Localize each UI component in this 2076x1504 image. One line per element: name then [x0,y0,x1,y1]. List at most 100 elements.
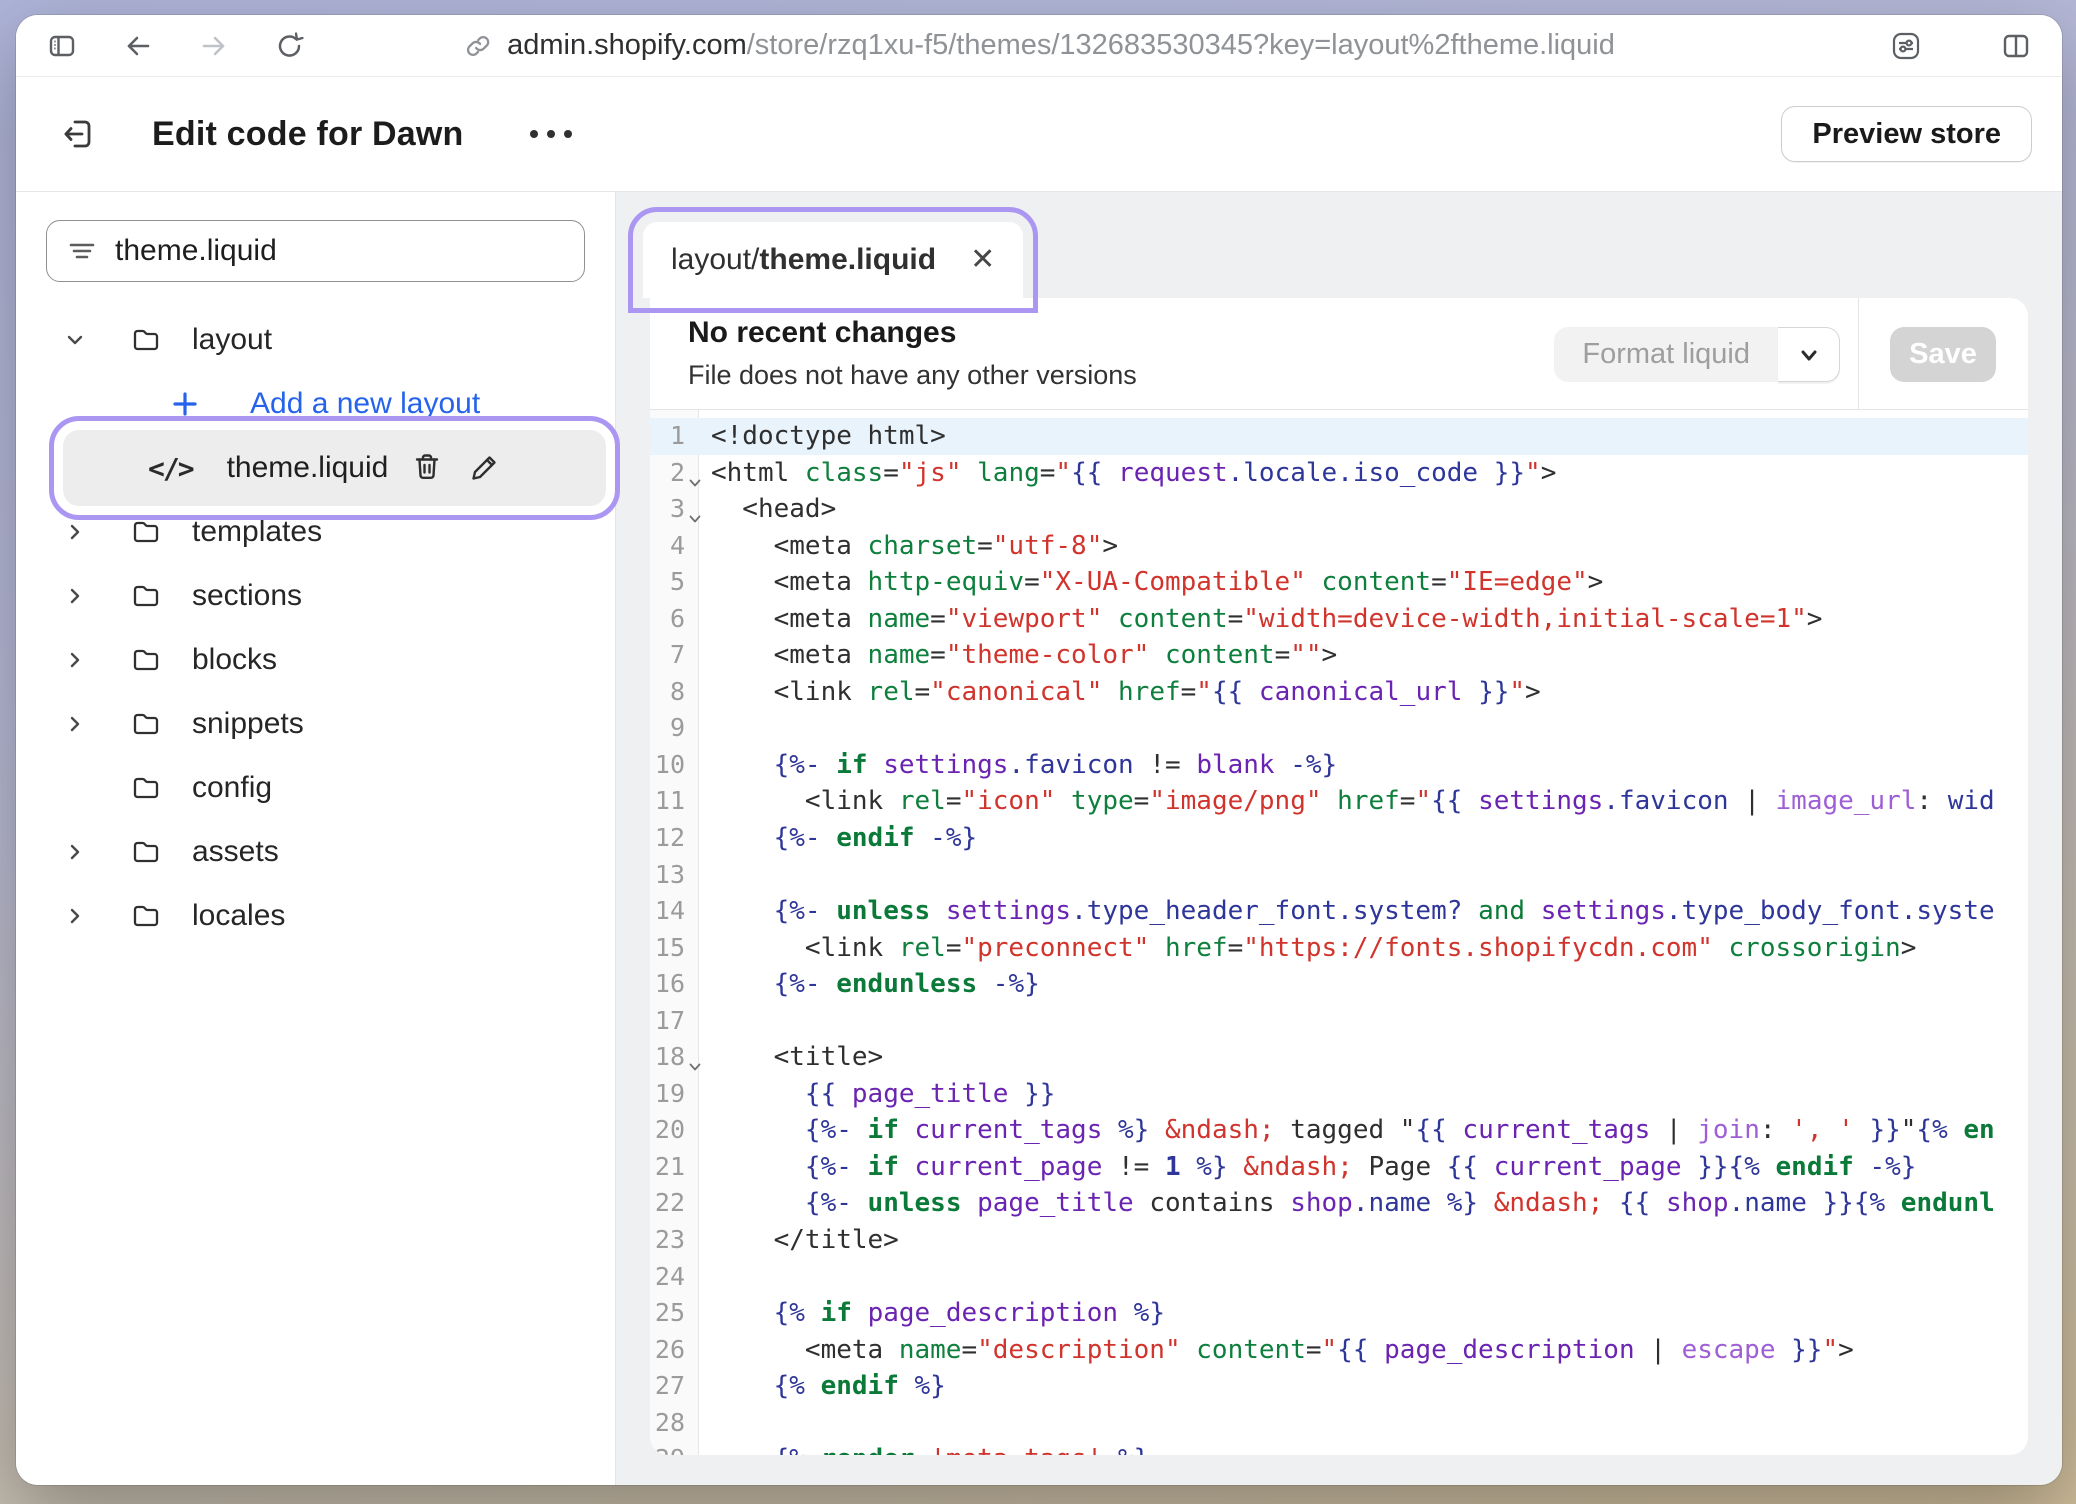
editor-area: layout/theme.liquid ✕ No recent changes … [616,192,2062,1485]
code-editor[interactable]: 1<!doctype html>2<html class="js" lang="… [650,410,2028,1455]
code-text: {% endif %} [699,1368,2028,1405]
sidebar-folder-config[interactable]: config [16,756,615,820]
code-text [699,1259,2028,1296]
sidebar-toggle-icon[interactable] [42,26,82,66]
chevron-right-icon[interactable] [60,581,90,611]
code-line[interactable]: 1<!doctype html> [650,418,2028,455]
folder-label: sections [192,579,302,613]
code-line[interactable]: 12 {%- endif -%} [650,820,2028,857]
sidebar-folder-blocks[interactable]: blocks [16,628,615,692]
rename-file-icon[interactable] [468,450,504,486]
forward-icon[interactable] [194,26,234,66]
search-value: theme.liquid [115,234,277,268]
code-line[interactable]: 13 [650,857,2028,894]
code-line[interactable]: 3 <head> [650,491,2028,528]
code-line[interactable]: 15 <link rel="preconnect" href="https://… [650,930,2028,967]
line-number: 10 [650,747,699,784]
line-number: 28 [650,1405,699,1442]
code-line[interactable]: 10 {%- if settings.favicon != blank -%} [650,747,2028,784]
browser-settings-icon[interactable] [1886,26,1926,66]
code-text: <link rel="preconnect" href="https://fon… [699,930,2028,967]
code-line[interactable]: 16 {%- endunless -%} [650,966,2028,1003]
exit-icon[interactable] [56,111,102,157]
chevron-right-icon[interactable] [60,645,90,675]
code-line[interactable]: 29 {% render 'meta-tags' %} [650,1441,2028,1455]
sidebar-item-theme-liquid[interactable]: </>theme.liquid [63,430,606,506]
file-tree: layout Add a new layout </>theme.liquid tem… [16,308,615,948]
code-line[interactable]: 18 <title> [650,1039,2028,1076]
sidebar-folder-sections[interactable]: sections [16,564,615,628]
chevron-right-icon[interactable] [60,517,90,547]
code-line[interactable]: 23 </title> [650,1222,2028,1259]
code-line[interactable]: 2<html class="js" lang="{{ request.local… [650,455,2028,492]
code-line[interactable]: 17 [650,1003,2028,1040]
file-search-input[interactable]: theme.liquid [46,220,585,282]
sidebar-folder-layout[interactable]: layout [16,308,615,372]
reload-icon[interactable] [270,26,310,66]
sidebar-folder-assets[interactable]: assets [16,820,615,884]
browser-toolbar: admin.shopify.com/store/rzq1xu-f5/themes… [16,15,2062,77]
code-line[interactable]: 22 {%- unless page_title contains shop.n… [650,1185,2028,1222]
code-line[interactable]: 7 <meta name="theme-color" content=""> [650,637,2028,674]
folder-label: config [192,771,272,805]
back-icon[interactable] [118,26,158,66]
code-line[interactable]: 19 {{ page_title }} [650,1076,2028,1113]
chevron-down-icon[interactable] [60,325,90,355]
code-line[interactable]: 8 <link rel="canonical" href="{{ canonic… [650,674,2028,711]
add-new-layout-button[interactable]: Add a new layout [16,372,615,436]
code-line[interactable]: 11 <link rel="icon" type="image/png" hre… [650,783,2028,820]
tab-theme-liquid[interactable]: layout/theme.liquid ✕ [643,222,1023,298]
url-host: admin.shopify.com [507,29,747,61]
delete-file-icon[interactable] [410,450,446,486]
line-number: 6 [650,601,699,638]
sidebar-folder-snippets[interactable]: snippets [16,692,615,756]
code-line[interactable]: 28 [650,1405,2028,1442]
line-number: 9 [650,710,699,747]
chevron-right-icon[interactable] [60,901,90,931]
preview-store-button[interactable]: Preview store [1781,106,2032,162]
folder-icon [130,708,162,740]
fold-chevron-icon[interactable] [687,501,703,517]
code-line[interactable]: 5 <meta http-equiv="X-UA-Compatible" con… [650,564,2028,601]
format-liquid-button[interactable]: Format liquid [1554,327,1840,382]
line-number: 8 [650,674,699,711]
code-text: <link rel="icon" type="image/png" href="… [699,783,2028,820]
fold-chevron-icon[interactable] [687,465,703,481]
add-label: Add a new layout [250,387,480,421]
folder-label: templates [192,515,322,549]
code-text: <head> [699,491,2028,528]
line-number: 11 [650,783,699,820]
code-line[interactable]: 20 {%- if current_tags %} &ndash; tagged… [650,1112,2028,1149]
code-text: <link rel="canonical" href="{{ canonical… [699,674,2028,711]
chevron-spacer [60,773,90,803]
format-dropdown-button[interactable] [1778,327,1840,382]
sidebar-folder-templates[interactable]: templates [16,500,615,564]
code-line[interactable]: 25 {% if page_description %} [650,1295,2028,1332]
code-line[interactable]: 6 <meta name="viewport" content="width=d… [650,601,2028,638]
line-number: 19 [650,1076,699,1113]
line-number: 13 [650,857,699,894]
split-view-icon[interactable] [1996,26,2036,66]
code-line[interactable]: 24 [650,1259,2028,1296]
save-button[interactable]: Save [1890,327,1996,382]
code-line[interactable]: 9 [650,710,2028,747]
code-line[interactable]: 26 <meta name="description" content="{{ … [650,1332,2028,1369]
chevron-right-icon[interactable] [60,709,90,739]
filter-icon [67,236,97,266]
more-actions-icon[interactable] [520,120,582,148]
code-text: {%- if current_tags %} &ndash; tagged "{… [699,1112,2028,1149]
chevron-right-icon[interactable] [60,837,90,867]
code-line[interactable]: 4 <meta charset="utf-8"> [650,528,2028,565]
sidebar-folder-locales[interactable]: locales [16,884,615,948]
line-number: 14 [650,893,699,930]
line-number: 1 [650,418,699,455]
tab-close-icon[interactable]: ✕ [970,245,995,275]
code-line[interactable]: 27 {% endif %} [650,1368,2028,1405]
code-line[interactable]: 21 {%- if current_page != 1 %} &ndash; P… [650,1149,2028,1186]
page-title: Edit code for Dawn [152,115,464,154]
code-line[interactable]: 14 {%- unless settings.type_header_font.… [650,893,2028,930]
link-icon [463,31,493,61]
address-bar[interactable]: admin.shopify.com/store/rzq1xu-f5/themes… [463,15,1615,76]
chevron-down-icon [1796,342,1822,368]
fold-chevron-icon[interactable] [687,1049,703,1065]
